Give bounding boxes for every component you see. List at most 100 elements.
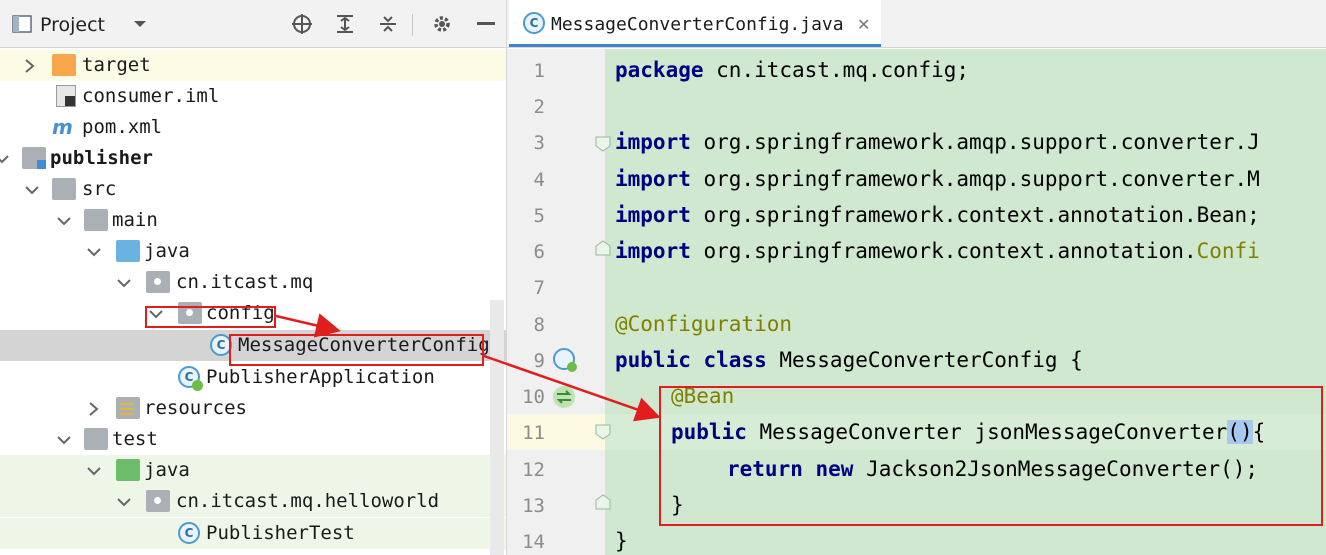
project-panel-header: Project <box>0 0 506 48</box>
tree-label: publisher <box>50 147 153 169</box>
code-token: org.springframework.amqp.support.convert… <box>690 130 1260 154</box>
source-folder-icon <box>116 240 140 262</box>
tree-label: java <box>144 240 190 262</box>
package-icon <box>146 271 170 293</box>
spring-boot-class-icon: C <box>178 366 203 391</box>
spring-bean-method-icon[interactable] <box>553 386 575 408</box>
line-number: 9 <box>533 350 545 372</box>
chevron-right-icon[interactable] <box>84 399 104 419</box>
tree-item-package[interactable]: cn.itcast.mq <box>0 267 506 298</box>
tree-item-resources[interactable]: resources <box>0 393 506 424</box>
tree-label: main <box>112 209 158 231</box>
class-icon: C <box>523 12 545 34</box>
tree-item-java[interactable]: java <box>0 236 506 267</box>
fold-marker-icon[interactable] <box>595 240 611 256</box>
chevron-down-icon[interactable] <box>114 273 134 293</box>
tree-label: pom.xml <box>82 116 163 138</box>
project-panel: Project target consumer.iml m pom.xml pu… <box>0 0 506 555</box>
folder-orange-icon <box>52 54 76 76</box>
class-icon: C <box>178 522 200 544</box>
chevron-down-icon[interactable] <box>84 242 104 262</box>
tree-label: cn.itcast.mq.helloworld <box>176 490 440 512</box>
code-token: org.springframework.context.annotation. <box>690 239 1197 263</box>
tree-item-target[interactable]: target <box>0 50 506 81</box>
fold-marker-icon[interactable] <box>595 136 611 152</box>
fold-marker-icon[interactable] <box>595 494 611 510</box>
code-line-9: public class MessageConverterConfig { <box>615 348 1083 372</box>
module-icon <box>22 147 46 169</box>
annotation-token: @Configuration <box>615 312 793 336</box>
line-number: 6 <box>533 241 545 263</box>
chevron-down-icon[interactable] <box>84 461 104 481</box>
line-number: 10 <box>522 386 545 408</box>
tree-item-src[interactable]: src <box>0 174 506 205</box>
tree-item-main[interactable]: main <box>0 205 506 236</box>
chevron-right-icon[interactable] <box>20 56 40 76</box>
tree-item-helloworld-package[interactable]: cn.itcast.mq.helloworld <box>0 486 506 517</box>
tree-scrollbar[interactable] <box>490 300 504 555</box>
tree-item-consumer-iml[interactable]: consumer.iml <box>0 81 506 112</box>
tree-item-pom-xml[interactable]: m pom.xml <box>0 112 506 143</box>
tree-label: PublisherApplication <box>206 366 435 388</box>
editor-tab-bar: C MessageConverterConfig.java ✕ <box>507 0 1326 48</box>
class-highlight-box <box>229 334 484 366</box>
tree-item-publisher-application[interactable]: C PublisherApplication <box>0 362 506 393</box>
tree-label: test <box>112 428 158 450</box>
tree-label: resources <box>144 397 247 419</box>
project-view-selector[interactable]: Project <box>40 14 105 36</box>
code-line-5: import org.springframework.context.annot… <box>615 203 1260 227</box>
tree-item-test-java[interactable]: java <box>0 455 506 486</box>
tree-label: target <box>82 54 151 76</box>
code-line-1: package cn.itcast.mq.config; <box>615 58 969 82</box>
code-token: Confi <box>1196 239 1260 263</box>
keyword-token: import <box>615 130 691 154</box>
minimize-icon[interactable] <box>474 12 498 36</box>
folder-icon <box>84 428 108 450</box>
line-number: 7 <box>533 277 545 299</box>
chevron-down-icon[interactable] <box>22 180 42 200</box>
chevron-down-icon[interactable] <box>54 211 74 231</box>
locate-file-icon[interactable] <box>290 12 314 36</box>
bean-method-highlight-box <box>659 386 1323 526</box>
code-token: } <box>615 529 628 553</box>
gear-icon[interactable] <box>430 12 454 36</box>
code-editor: C MessageConverterConfig.java ✕ 1 2 3 4 … <box>506 0 1326 555</box>
line-number: 3 <box>533 132 545 154</box>
chevron-down-icon[interactable] <box>114 492 134 512</box>
line-number: 13 <box>522 495 545 517</box>
line-number: 12 <box>522 459 545 481</box>
code-line-6: import org.springframework.context.annot… <box>615 239 1260 263</box>
keyword-token: import <box>615 239 691 263</box>
keyword-token: public class <box>615 348 767 372</box>
chevron-down-icon[interactable] <box>54 430 74 450</box>
tree-label: consumer.iml <box>82 85 220 107</box>
folder-icon <box>52 178 76 200</box>
folder-icon <box>84 209 108 231</box>
chevron-down-icon[interactable] <box>128 12 152 36</box>
line-number: 2 <box>533 96 545 118</box>
config-highlight-box <box>145 306 276 328</box>
spring-bean-class-icon[interactable] <box>553 348 577 372</box>
collapse-all-icon[interactable] <box>376 12 400 36</box>
keyword-token: package <box>615 58 704 82</box>
line-number: 4 <box>533 169 545 191</box>
close-icon[interactable]: ✕ <box>857 15 870 34</box>
code-line-3: import org.springframework.amqp.support.… <box>615 130 1260 154</box>
tab-message-converter-config[interactable]: C MessageConverterConfig.java ✕ <box>509 0 881 47</box>
code-line-4: import org.springframework.amqp.support.… <box>615 167 1260 191</box>
tree-label: src <box>82 178 117 200</box>
tree-item-test[interactable]: test <box>0 424 506 455</box>
chevron-down-icon[interactable] <box>0 149 12 169</box>
fold-marker-icon[interactable] <box>595 424 611 440</box>
tree-label: java <box>144 459 190 481</box>
project-view-icon <box>10 12 34 36</box>
header-divider <box>412 14 413 36</box>
code-token: cn.itcast.mq.config; <box>703 58 970 82</box>
iml-file-icon <box>56 85 76 107</box>
tree-item-publisher-test[interactable]: C PublisherTest <box>0 518 506 549</box>
maven-icon: m <box>52 115 73 139</box>
tree-item-publisher[interactable]: publisher <box>0 143 506 174</box>
expand-all-icon[interactable] <box>333 12 357 36</box>
tree-label: PublisherTest <box>206 522 355 544</box>
code-line-14: } <box>615 529 628 553</box>
